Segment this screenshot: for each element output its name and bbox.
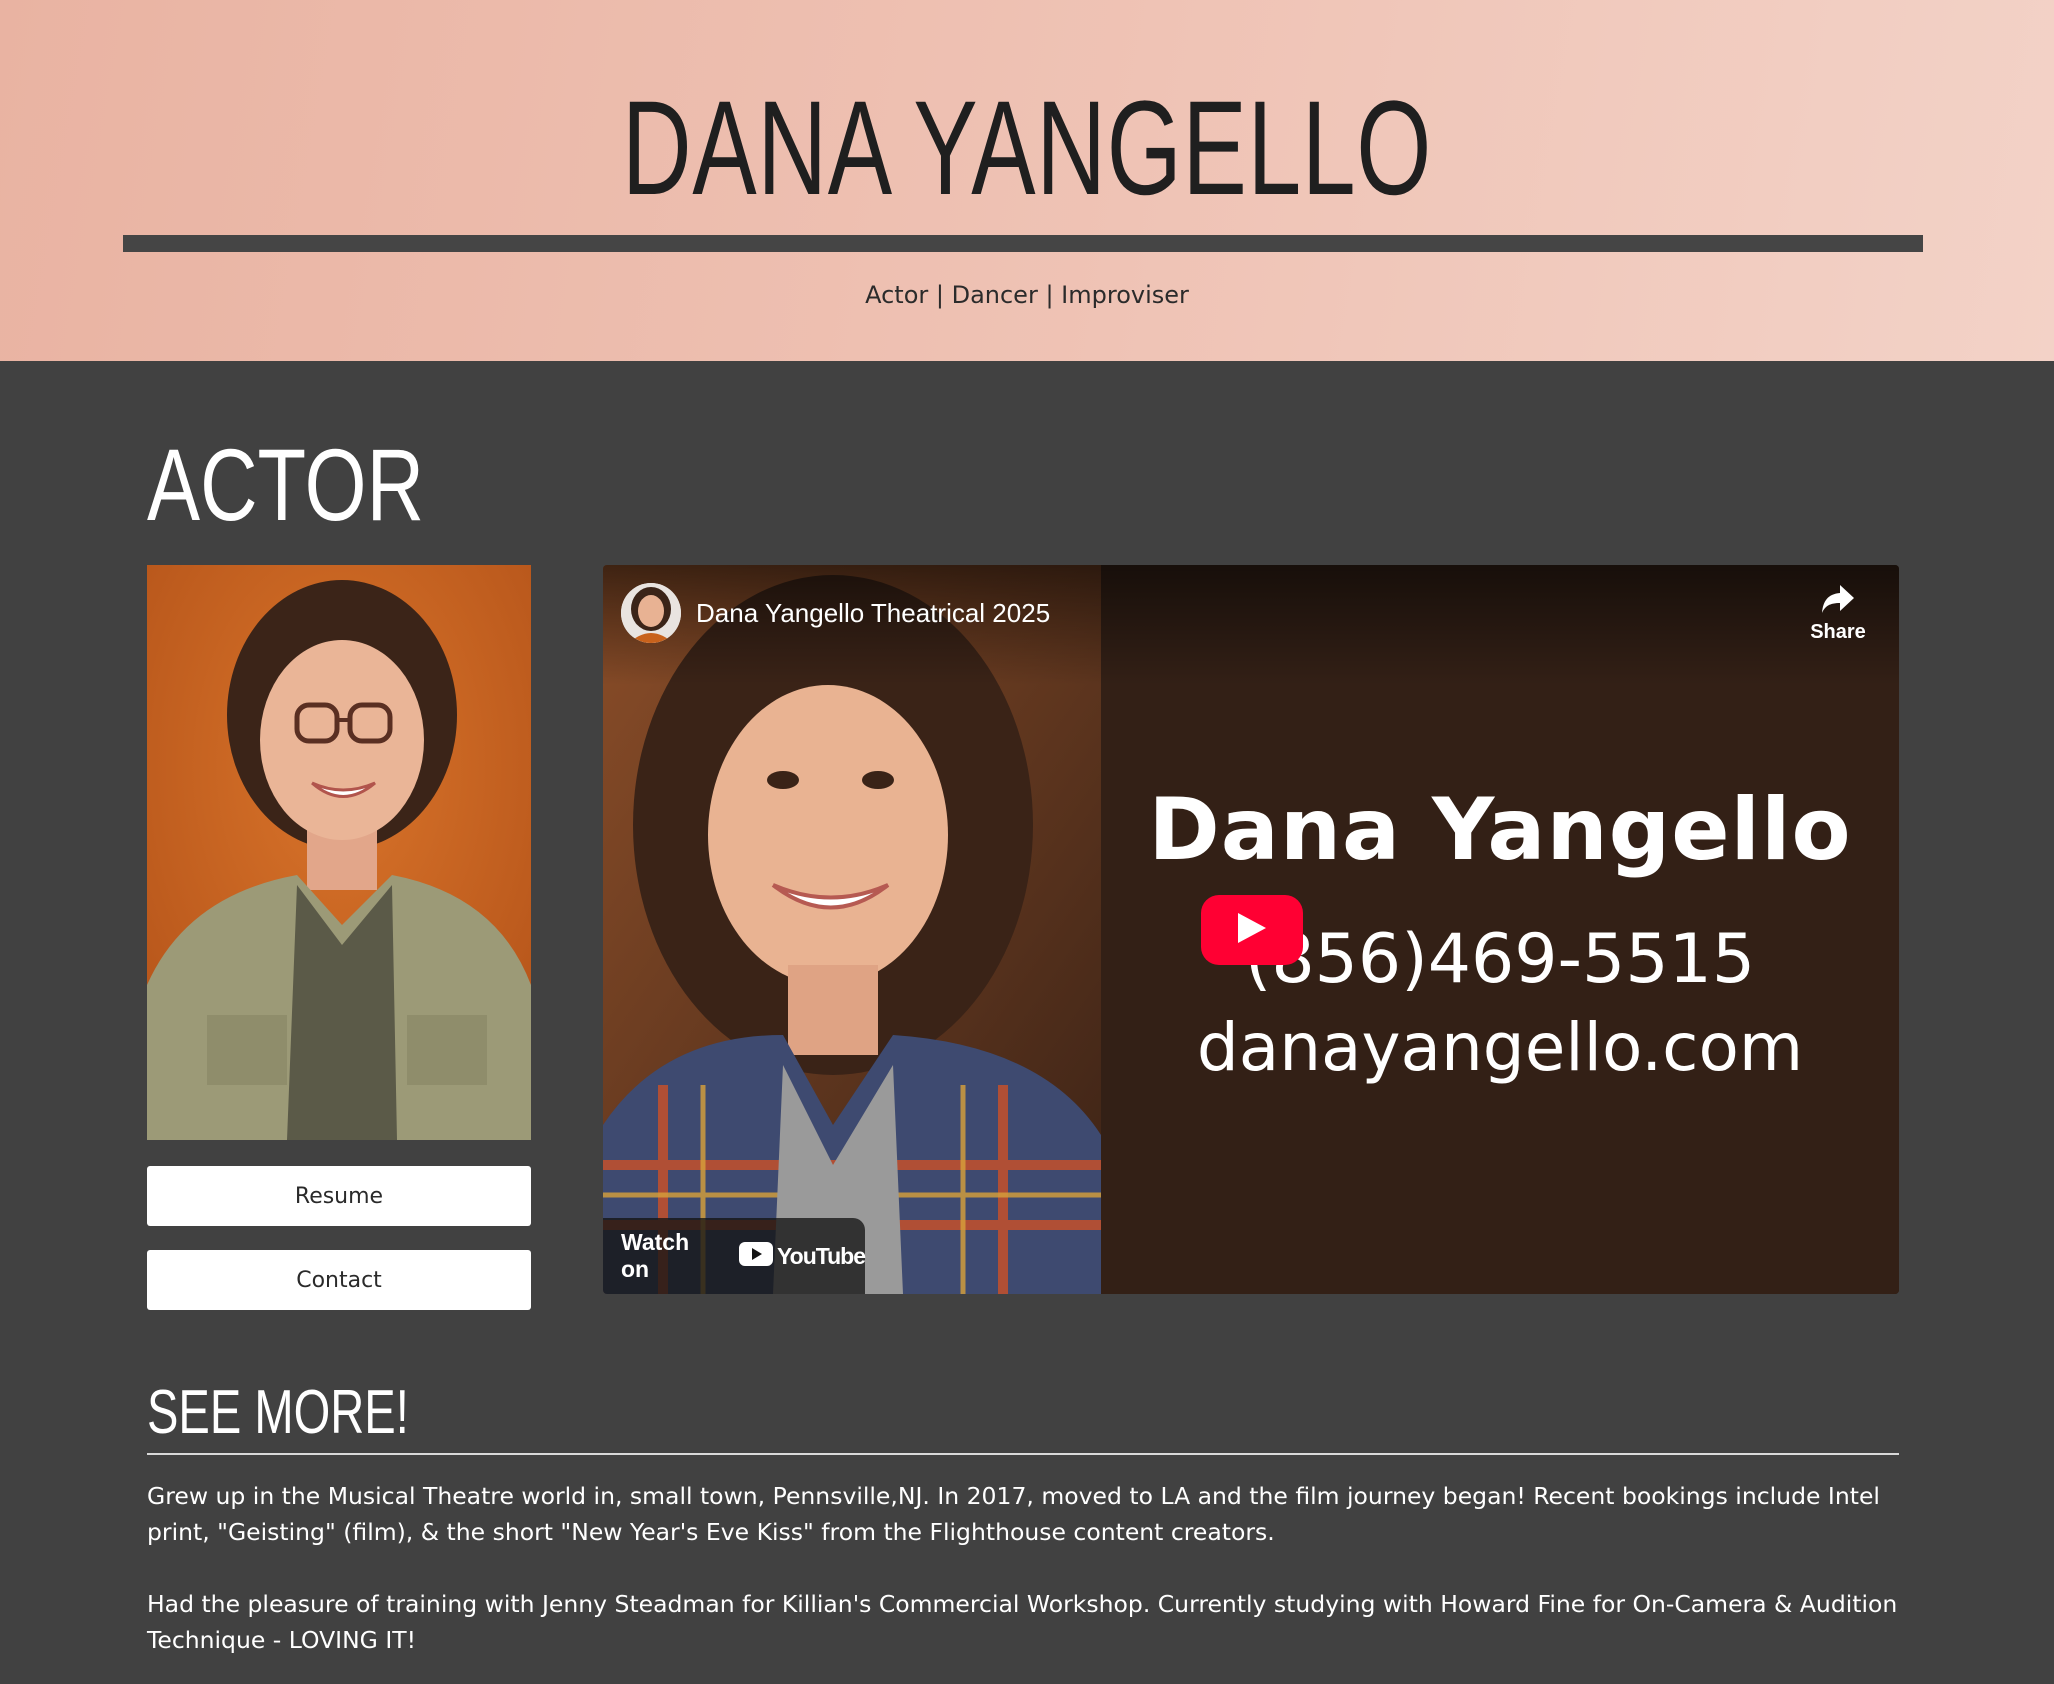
section-title-see-more: SEE MORE! bbox=[147, 1378, 409, 1447]
youtube-logo-icon bbox=[739, 1242, 774, 1270]
header-divider bbox=[123, 235, 1923, 252]
bio-paragraph-2: Had the pleasure of training with Jenny … bbox=[147, 1590, 1898, 1654]
play-button[interactable] bbox=[1201, 895, 1303, 965]
share-label: Share bbox=[1810, 621, 1866, 643]
contact-button[interactable]: Contact bbox=[147, 1250, 531, 1310]
youtube-video-embed[interactable]: Dana Yangello Theatrical 2025 Share Dana… bbox=[603, 565, 1899, 1294]
section-title-actor: ACTOR bbox=[147, 428, 425, 542]
youtube-wordmark: YouTube bbox=[777, 1242, 866, 1269]
channel-avatar[interactable] bbox=[621, 583, 681, 643]
bio-paragraph-1: Grew up in the Musical Theatre world in,… bbox=[147, 1482, 1880, 1546]
card-name: Dana Yangello bbox=[1148, 780, 1852, 880]
site-header: DANA YANGELLO Actor | Dancer | Improvise… bbox=[0, 0, 2054, 361]
site-title[interactable]: DANA YANGELLO bbox=[288, 74, 1767, 224]
play-icon bbox=[1236, 911, 1268, 949]
resume-button[interactable]: Resume bbox=[147, 1166, 531, 1226]
site-tagline: Actor | Dancer | Improviser bbox=[865, 281, 1189, 309]
card-website: danayangello.com bbox=[1196, 1009, 1804, 1086]
watch-on-label: Watch on bbox=[621, 1229, 690, 1282]
headshot-photo bbox=[147, 565, 531, 1140]
share-icon bbox=[1820, 585, 1856, 619]
watch-on-youtube-button[interactable]: Watch on YouTube bbox=[603, 1218, 866, 1294]
see-more-divider bbox=[147, 1453, 1899, 1455]
share-button[interactable]: Share bbox=[1798, 583, 1878, 644]
video-title[interactable]: Dana Yangello Theatrical 2025 bbox=[696, 595, 1050, 631]
